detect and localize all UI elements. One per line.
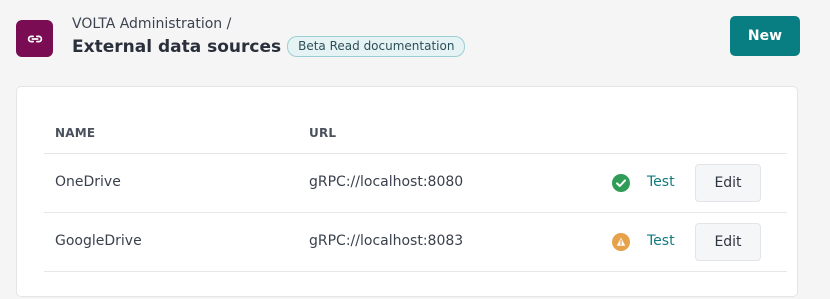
test-link[interactable]: Test <box>647 233 675 249</box>
test-link[interactable]: Test <box>647 174 675 190</box>
page-header: VOLTA Administration / External data sou… <box>16 14 800 64</box>
page: VOLTA Administration / External data sou… <box>0 0 830 299</box>
source-name: OneDrive <box>55 174 121 190</box>
data-sources-table: NAME URL OneDrive gRPC://localhost:8080 … <box>44 115 787 272</box>
table-row: GoogleDrive gRPC://localhost:8083 Test E… <box>44 213 787 272</box>
breadcrumb[interactable]: VOLTA Administration / <box>72 16 231 32</box>
edit-button[interactable]: Edit <box>695 164 761 202</box>
check-circle-icon <box>612 174 630 192</box>
table-header: NAME URL <box>44 115 787 154</box>
link-icon <box>16 20 53 57</box>
title-row: External data sources Beta Read document… <box>72 36 466 57</box>
edit-button[interactable]: Edit <box>695 223 761 261</box>
source-url: gRPC://localhost:8080 <box>309 174 464 190</box>
data-sources-card: NAME URL OneDrive gRPC://localhost:8080 … <box>16 86 798 297</box>
source-name: GoogleDrive <box>55 233 142 249</box>
source-url: gRPC://localhost:8083 <box>309 233 464 249</box>
table-row: OneDrive gRPC://localhost:8080 Test Edit <box>44 154 787 213</box>
warning-circle-icon <box>612 233 630 251</box>
new-button[interactable]: New <box>730 16 800 56</box>
beta-documentation-badge[interactable]: Beta Read documentation <box>287 36 466 57</box>
column-header-name: NAME <box>55 126 96 140</box>
page-title: External data sources <box>72 36 282 57</box>
column-header-url: URL <box>309 126 337 140</box>
